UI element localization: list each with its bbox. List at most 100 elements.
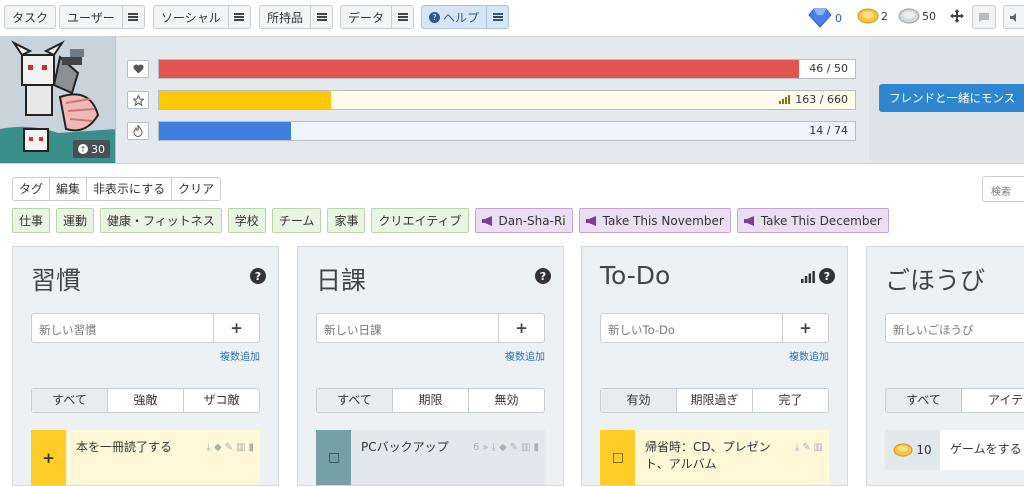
add-habit-button[interactable]: + (213, 313, 260, 343)
tag-exercise[interactable]: 運動 (56, 208, 95, 233)
filter-active[interactable]: 有効 (601, 389, 677, 412)
search-input[interactable]: 検索 (982, 176, 1024, 202)
nav-data[interactable]: データ (340, 5, 415, 29)
challenge-tag-label: Take This November (602, 213, 724, 228)
heart-icon (127, 60, 149, 78)
nav-inventory[interactable]: 所持品 (259, 5, 334, 29)
todo-checkbox[interactable] (600, 430, 635, 485)
signal-icon[interactable]: ▮ (248, 439, 254, 456)
menu-icon[interactable] (486, 6, 508, 28)
habits-column: 習慣 ? 新しい習慣 + 複数追加 すべて 強敵 ザコ敵 + 本を一冊読了する … (12, 246, 279, 486)
megaphone-icon (481, 215, 492, 226)
signal-icon[interactable]: ▮ (533, 439, 539, 456)
avatar[interactable]: ↑ 30 (0, 37, 116, 163)
bulk-add-link[interactable]: 複数追加 (789, 348, 829, 363)
bulk-add-link[interactable]: 複数追加 (505, 348, 545, 363)
tag-tools-clear[interactable]: クリア (172, 178, 220, 200)
new-todo-input[interactable]: 新しいTo-Do (600, 313, 783, 343)
experience-bar: 163 / 660 (158, 90, 856, 110)
filter-overdue[interactable]: 期限過ぎ (677, 389, 753, 412)
tag-creative[interactable]: クリエイティブ (371, 208, 469, 233)
tag-tools-hide[interactable]: 非表示にする (87, 178, 173, 200)
tag-health[interactable]: 健康・フィットネス (100, 208, 222, 233)
tag-chores[interactable]: 家事 (327, 208, 366, 233)
tag-school[interactable]: 学校 (227, 208, 266, 233)
download-icon[interactable]: ⤓ (207, 439, 211, 456)
filter-all[interactable]: すべて (317, 389, 393, 412)
nav-user[interactable]: ユーザー (59, 5, 145, 29)
streak-count: 6 (473, 442, 480, 453)
nav-social[interactable]: ソーシャル (153, 5, 251, 29)
menu-icon[interactable] (121, 6, 144, 28)
list-item[interactable]: 10 ゲームをする (885, 430, 1024, 470)
nav-help[interactable]: ? ヘルプ (421, 5, 510, 29)
move-icon[interactable] (950, 9, 964, 23)
trash-icon[interactable]: ▥ (521, 439, 530, 456)
buy-reward-button[interactable]: 10 (885, 430, 940, 470)
top-nav: タスク ユーザー ソーシャル 所持品 データ ? ヘルプ 0 2 50 (0, 0, 1024, 36)
new-habit-input[interactable]: 新しい習慣 (31, 313, 214, 343)
pencil-icon[interactable]: ✎ (225, 439, 233, 456)
filter-inactive[interactable]: 無効 (469, 389, 544, 412)
filter-completed[interactable]: 完了 (753, 389, 828, 412)
experience-value: 163 / 660 (795, 93, 848, 106)
level-value: 30 (91, 142, 105, 156)
help-circle-icon[interactable]: ? (250, 268, 266, 284)
add-todo-button[interactable]: + (782, 313, 829, 343)
list-item[interactable]: + 本を一冊読了する ⤓ ◆ ✎ ▥ ▮ (31, 430, 260, 485)
gems-counter[interactable]: 0 (808, 8, 842, 28)
plus-button[interactable]: + (31, 430, 66, 485)
habits-title: 習慣 (31, 266, 82, 295)
menu-icon[interactable] (310, 6, 332, 28)
menu-icon[interactable] (227, 6, 250, 28)
tag-work[interactable]: 仕事 (12, 208, 51, 233)
pencil-icon[interactable]: ✎ (802, 439, 810, 456)
gold-coin-icon (857, 8, 879, 24)
megaphone-icon (585, 215, 596, 226)
nav-tasks[interactable]: タスク (4, 5, 57, 29)
challenge-tag-dan-sha-ri[interactable]: Dan-Sha-Ri (474, 208, 573, 233)
add-daily-button[interactable]: + (498, 313, 545, 343)
streak-icon: » (482, 442, 489, 453)
trash-icon[interactable]: ▥ (236, 439, 245, 456)
tag-icon[interactable]: ◆ (499, 439, 507, 456)
nav-help-label: ヘルプ (443, 10, 480, 25)
todo-filters: 有効 期限過ぎ 完了 (600, 388, 829, 413)
download-icon[interactable]: ⤓ (795, 439, 799, 456)
fire-icon (127, 122, 149, 140)
trash-icon[interactable]: ▥ (814, 439, 823, 456)
filter-due[interactable]: 期限 (393, 389, 469, 412)
todos-column: To-Do ? 新しいTo-Do + 複数追加 有効 期限過ぎ 完了 帰省時：C… (581, 246, 848, 486)
dailies-column: 日課 ? 新しい日課 + 複数追加 すべて 期限 無効 PCバックアップ 6 »… (297, 246, 564, 486)
filter-all[interactable]: すべて (886, 389, 962, 412)
list-item[interactable]: 帰省時：CD、プレゼント、アルバム ⤓ ✎ ▥ (600, 430, 829, 485)
new-daily-input[interactable]: 新しい日課 (316, 313, 499, 343)
tag-team[interactable]: チーム (271, 208, 322, 233)
tag-tools-edit[interactable]: 編集 (50, 178, 88, 200)
party-panel: フレンドと一緒にモンス (869, 37, 1024, 163)
filter-strong[interactable]: 強敵 (108, 389, 184, 412)
filter-all[interactable]: すべて (32, 389, 108, 412)
download-icon[interactable]: ⤓ (492, 439, 496, 456)
challenge-tag-december[interactable]: Take This December (736, 208, 889, 233)
challenge-tag-november[interactable]: Take This November (578, 208, 731, 233)
party-button[interactable]: フレンドと一緒にモンス (879, 84, 1024, 112)
daily-checkbox[interactable] (316, 430, 351, 485)
menu-icon[interactable] (391, 6, 413, 28)
tag-tools-tags[interactable]: タグ (13, 178, 51, 200)
list-item[interactable]: PCバックアップ 6 » ⤓ ◆ ✎ ▥ ▮ (316, 430, 545, 485)
pencil-icon[interactable]: ✎ (510, 439, 518, 456)
nav-data-label: データ (348, 10, 385, 25)
sound-icon[interactable] (1003, 5, 1024, 29)
help-circle-icon[interactable]: ? (819, 268, 835, 284)
help-circle-icon[interactable]: ? (535, 268, 551, 284)
filter-items[interactable]: アイテ (962, 389, 1024, 412)
signal-icon[interactable] (801, 271, 815, 283)
star-icon (127, 91, 149, 109)
stat-bars: 46 / 50 163 / 660 14 / 74 (117, 37, 869, 163)
chat-icon[interactable] (972, 5, 996, 29)
tag-icon[interactable]: ◆ (214, 439, 222, 456)
bulk-add-link[interactable]: 複数追加 (220, 348, 260, 363)
filter-weak[interactable]: ザコ敵 (184, 389, 259, 412)
new-reward-input[interactable]: 新しいごほうび (885, 313, 1024, 343)
